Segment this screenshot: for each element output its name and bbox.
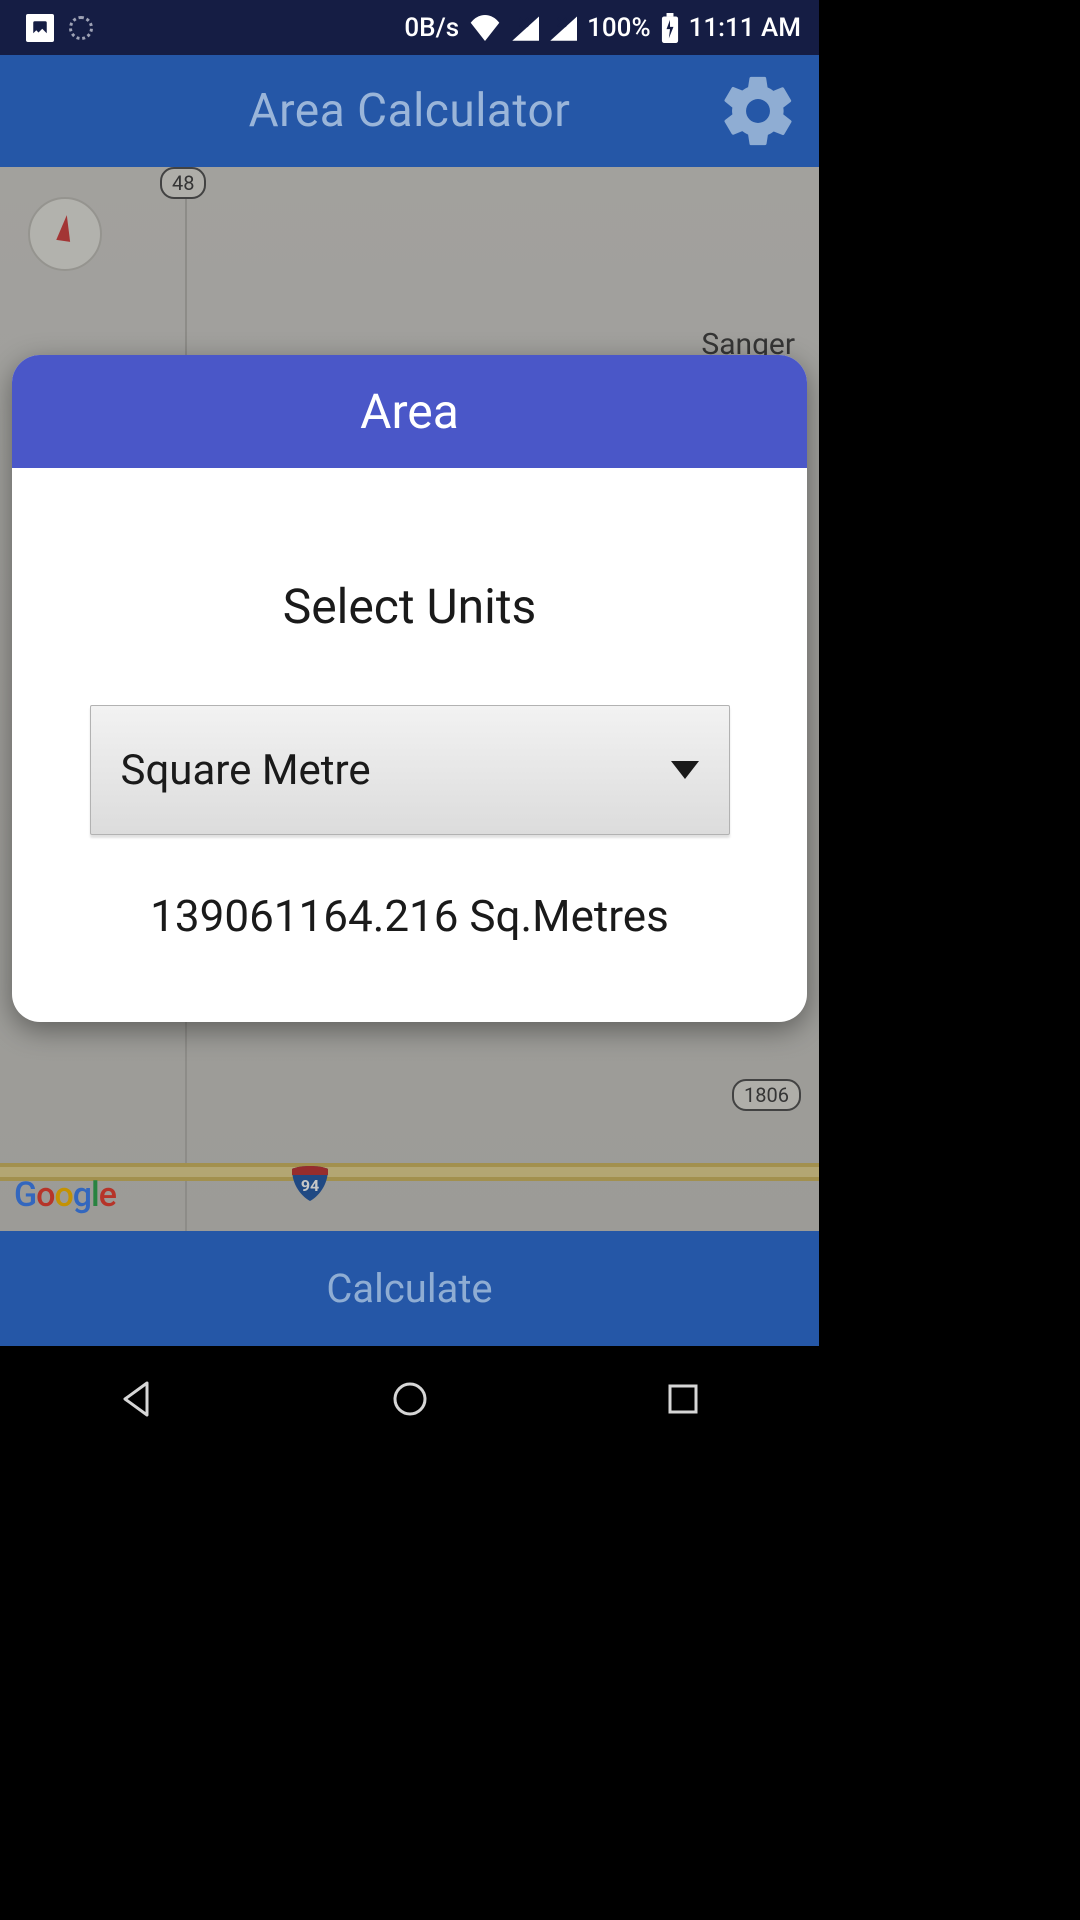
interstate-shield-icon: 94 (290, 1161, 330, 1201)
signal-1-icon: ✕ (511, 15, 539, 41)
status-bar: 0B/s ✕ ✕ 100% 11:11 AM (0, 0, 819, 55)
select-units-label: Select Units (72, 578, 747, 635)
home-icon (390, 1379, 430, 1419)
compass-button[interactable] (28, 197, 102, 271)
compass-needle-icon (56, 214, 73, 242)
svg-text:✕: ✕ (555, 15, 568, 32)
wifi-icon (469, 15, 501, 41)
network-speed: 0B/s (404, 13, 459, 43)
battery-percentage: 100% (587, 13, 650, 43)
units-dropdown[interactable]: Square Metre (90, 705, 730, 835)
calculate-button[interactable]: Calculate (0, 1231, 819, 1346)
svg-text:94: 94 (301, 1176, 319, 1195)
app-title: Area Calculator (0, 84, 819, 138)
home-button[interactable] (390, 1379, 430, 1423)
result-value: 139061164.216 Sq.Metres (72, 890, 747, 942)
dropdown-value: Square Metre (121, 746, 371, 795)
clock: 11:11 AM (689, 13, 801, 43)
image-notification-icon (26, 14, 54, 42)
chevron-down-icon (671, 761, 699, 779)
google-attribution: Google (14, 1175, 116, 1215)
gear-icon (717, 70, 799, 152)
route-badge-48: 48 (160, 167, 206, 199)
recents-icon (663, 1379, 703, 1419)
battery-charging-icon (661, 13, 679, 43)
back-icon (117, 1379, 157, 1419)
recents-button[interactable] (663, 1379, 703, 1423)
back-button[interactable] (117, 1379, 157, 1423)
loading-icon (69, 16, 93, 40)
dialog-title: Area (12, 355, 807, 468)
signal-2-icon: ✕ (549, 15, 577, 41)
nav-bar (0, 1346, 819, 1456)
area-dialog: Area Select Units Square Metre 139061164… (12, 355, 807, 1022)
app-header: Area Calculator (0, 55, 819, 167)
settings-button[interactable] (717, 70, 799, 152)
route-badge-1806: 1806 (732, 1079, 801, 1111)
svg-text:✕: ✕ (517, 15, 530, 32)
